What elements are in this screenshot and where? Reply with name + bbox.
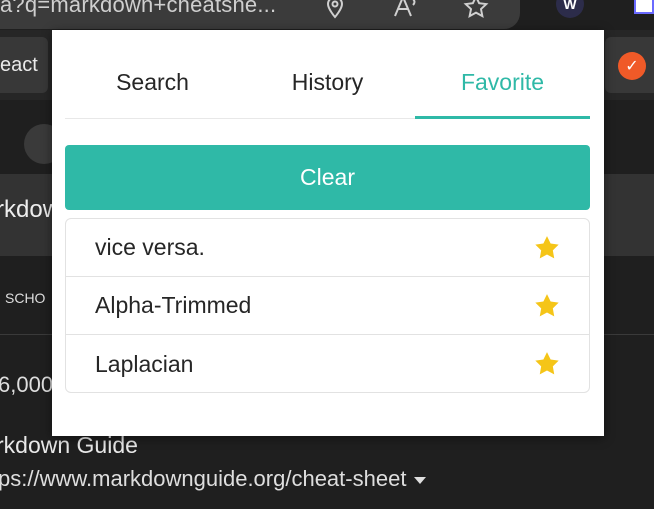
favorites-list: vice versa. Alpha-Trimmed Laplacian	[65, 218, 590, 393]
address-bar[interactable]: a?q=markdown+cheatshe...	[0, 0, 520, 29]
star-icon[interactable]	[533, 350, 561, 378]
favorite-text: vice versa.	[95, 234, 205, 260]
extension-icon[interactable]: W	[556, 0, 584, 18]
extension-icon-2[interactable]	[634, 0, 654, 14]
tab-history[interactable]: History	[240, 47, 415, 118]
list-item[interactable]: vice versa.	[66, 219, 589, 277]
list-item[interactable]: Alpha-Trimmed	[66, 277, 589, 335]
location-icon[interactable]	[322, 0, 348, 28]
page-nav-item[interactable]: SCHO	[5, 290, 45, 306]
result-url-text[interactable]: ps://www.markdownguide.org/cheat-sheet	[0, 466, 406, 491]
list-item[interactable]: Laplacian	[66, 335, 589, 392]
browser-window: a?q=markdown+cheatshe... W eact ✓ rkdow …	[0, 0, 654, 509]
favorite-star-icon[interactable]	[462, 0, 490, 28]
bookmark-react[interactable]: eact	[0, 37, 48, 93]
star-icon[interactable]	[533, 292, 561, 320]
favorite-text: Laplacian	[95, 350, 194, 377]
url-text[interactable]: a?q=markdown+cheatshe...	[0, 0, 276, 18]
read-aloud-icon[interactable]	[392, 0, 420, 28]
favorite-text: Alpha-Trimmed	[95, 292, 252, 318]
star-icon[interactable]	[533, 234, 561, 262]
result-count: 6,000	[0, 372, 54, 397]
clear-button[interactable]: Clear	[65, 145, 590, 210]
result-url[interactable]: ps://www.markdownguide.org/cheat-sheet	[0, 466, 427, 492]
bookmark-app-icon[interactable]: ✓	[618, 52, 646, 80]
popup-tabs: Search History Favorite	[65, 47, 590, 119]
caret-down-icon[interactable]	[414, 476, 427, 484]
extension-popup: Search History Favorite Clear vice versa…	[52, 30, 604, 436]
tab-search[interactable]: Search	[65, 47, 240, 118]
tab-favorite[interactable]: Favorite	[415, 47, 590, 119]
result-title[interactable]: rkdown Guide	[0, 432, 138, 459]
